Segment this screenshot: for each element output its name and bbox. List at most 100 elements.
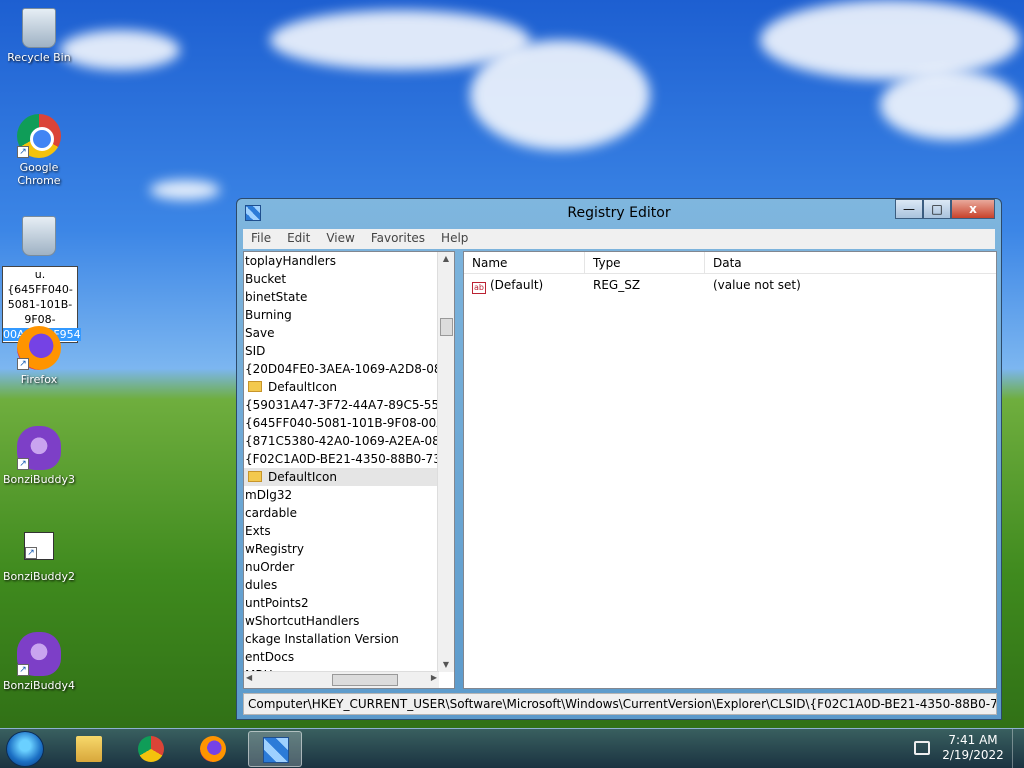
tree-item-label: ckage Installation Version (245, 632, 399, 646)
menu-help[interactable]: Help (433, 229, 476, 249)
close-button[interactable]: x (951, 199, 995, 219)
tree-item-label: DefaultIcon (268, 380, 337, 394)
window-title: Registry Editor (567, 205, 671, 221)
tree-item[interactable]: SID (244, 342, 454, 360)
menu-bar: File Edit View Favorites Help (243, 229, 995, 249)
title-bar[interactable]: Registry Editor — □ x (237, 199, 1001, 227)
desktop-icon-label: Recycle Bin (7, 51, 71, 64)
desktop-icon-firefox[interactable]: ↗ Firefox (1, 326, 77, 386)
tree-item[interactable]: nuOrder (244, 558, 454, 576)
desktop-icon-bonzibuddy4[interactable]: ↗ BonziBuddy4 (1, 632, 77, 692)
menu-edit[interactable]: Edit (279, 229, 318, 249)
tree-item[interactable]: DefaultIcon (244, 378, 454, 396)
desktop-icon-label: Firefox (20, 373, 58, 386)
tree-item-label: toplayHandlers (245, 254, 336, 268)
tree-item[interactable]: toplayHandlers (244, 252, 454, 270)
shortcut-arrow-icon: ↗ (17, 146, 29, 158)
scroll-right-icon[interactable]: ▶ (431, 673, 437, 682)
registry-key-tree[interactable]: toplayHandlers Bucket binetState Burning Sav… (243, 251, 455, 689)
tree-item[interactable]: Bucket (244, 270, 454, 288)
desktop-icon-renaming[interactable] (1, 216, 77, 259)
tree-item[interactable]: {871C5380-42A0-1069-A2EA-08002B3 (244, 432, 454, 450)
menu-view[interactable]: View (318, 229, 362, 249)
desktop-icon-recycle-bin[interactable]: Recycle Bin (1, 8, 77, 64)
tree-item-label: nuOrder (245, 560, 295, 574)
tree-item[interactable]: mDlg32 (244, 486, 454, 504)
wallpaper-cloud (150, 180, 220, 200)
tree-item[interactable]: cardable (244, 504, 454, 522)
network-icon[interactable] (914, 741, 930, 755)
tree-item-label: Burning (245, 308, 292, 322)
scroll-left-icon[interactable]: ◀ (246, 673, 252, 682)
tree-item[interactable]: entDocs (244, 648, 454, 666)
tree-item-label: dules (245, 578, 278, 592)
tree-item-label: cardable (245, 506, 297, 520)
tree-item[interactable]: {20D04FE0-3AEA-1069-A2D8-08002B3 (244, 360, 454, 378)
menu-file[interactable]: File (243, 229, 279, 249)
maximize-button[interactable]: □ (923, 199, 951, 219)
tree-item-label: {20D04FE0-3AEA-1069-A2D8-08002B3 (245, 362, 454, 376)
column-header-name[interactable]: Name (464, 252, 585, 273)
taskbar-app-firefox[interactable] (186, 731, 240, 767)
folder-icon (248, 381, 262, 392)
desktop-icon-label: Google Chrome (17, 161, 61, 187)
chrome-icon (138, 736, 164, 762)
recycle-bin-icon (22, 8, 56, 48)
taskbar-clock[interactable]: 7:41 AM 2/19/2022 (938, 733, 1008, 763)
tree-item-label: wRegistry (245, 542, 304, 556)
column-header-type[interactable]: Type (585, 252, 705, 273)
tree-item[interactable]: {645FF040-5081-101B-9F08-00AA002I (244, 414, 454, 432)
registry-values-list[interactable]: Name Type Data ab (Default) REG_SZ (value… (463, 251, 997, 689)
show-desktop-button[interactable] (1012, 729, 1024, 768)
registry-editor-window[interactable]: Registry Editor — □ x File Edit View Fav… (236, 198, 1002, 720)
scrollbar-thumb[interactable] (332, 674, 398, 686)
wallpaper-cloud (760, 0, 1020, 80)
taskbar-app-regedit[interactable] (248, 731, 302, 767)
desktop-icon-bonzibuddy3[interactable]: ↗ BonziBuddy3 (1, 426, 77, 486)
tree-item[interactable]: wRegistry (244, 540, 454, 558)
desktop-icon-chrome[interactable]: ↗ Google Chrome (1, 114, 77, 187)
wallpaper-cloud (470, 40, 650, 150)
firefox-icon (200, 736, 226, 762)
taskbar-app-file-explorer[interactable] (62, 731, 116, 767)
tree-item-label: DefaultIcon (268, 470, 337, 484)
taskbar-app-chrome[interactable] (124, 731, 178, 767)
scroll-up-icon[interactable]: ▲ (438, 252, 454, 266)
scrollbar-thumb[interactable] (440, 318, 453, 336)
taskbar: 7:41 AM 2/19/2022 (0, 728, 1024, 768)
shortcut-arrow-icon: ↗ (25, 547, 37, 559)
list-header: Name Type Data (464, 252, 996, 274)
firefox-icon: ↗ (17, 326, 61, 370)
clock-date: 2/19/2022 (942, 748, 1004, 762)
tree-item[interactable]: DefaultIcon (244, 468, 454, 486)
tree-item[interactable]: {59031A47-3F72-44A7-89C5-5595FE6 (244, 396, 454, 414)
tree-item-label: binetState (245, 290, 308, 304)
tree-item[interactable]: Burning (244, 306, 454, 324)
tree-horizontal-scrollbar[interactable]: ◀ ▶ (244, 671, 439, 688)
scroll-down-icon[interactable]: ▼ (438, 658, 454, 672)
tree-item[interactable]: Save (244, 324, 454, 342)
tree-vertical-scrollbar[interactable]: ▲ ▼ (437, 252, 454, 672)
desktop-icon-bonzibuddy2[interactable]: ↗ BonziBuddy2 (1, 532, 77, 583)
tree-item[interactable]: dules (244, 576, 454, 594)
list-item[interactable]: ab (Default) REG_SZ (value not set) (464, 274, 996, 296)
bonzibuddy-icon: ↗ (17, 426, 61, 470)
tree-item[interactable]: wShortcutHandlers (244, 612, 454, 630)
tree-item[interactable]: binetState (244, 288, 454, 306)
start-button[interactable] (6, 731, 44, 767)
shortcut-arrow-icon: ↗ (17, 664, 29, 676)
folder-icon (248, 471, 262, 482)
value-name-text: (Default) (490, 278, 544, 292)
tree-item[interactable]: {F02C1A0D-BE21-4350-88B0-7367FC9 (244, 450, 454, 468)
status-bar-path: Computer\HKEY_CURRENT_USER\Software\Micr… (243, 693, 997, 715)
flag-icon: ↗ (24, 532, 54, 560)
tree-item-label: Exts (245, 524, 271, 538)
menu-favorites[interactable]: Favorites (363, 229, 433, 249)
minimize-button[interactable]: — (895, 199, 923, 219)
tree-item[interactable]: Exts (244, 522, 454, 540)
tree-rows: toplayHandlers Bucket binetState Burning Sav… (244, 252, 454, 684)
tree-item-label: wShortcutHandlers (245, 614, 360, 628)
column-header-data[interactable]: Data (705, 252, 996, 273)
tree-item[interactable]: untPoints2 (244, 594, 454, 612)
tree-item[interactable]: ckage Installation Version (244, 630, 454, 648)
